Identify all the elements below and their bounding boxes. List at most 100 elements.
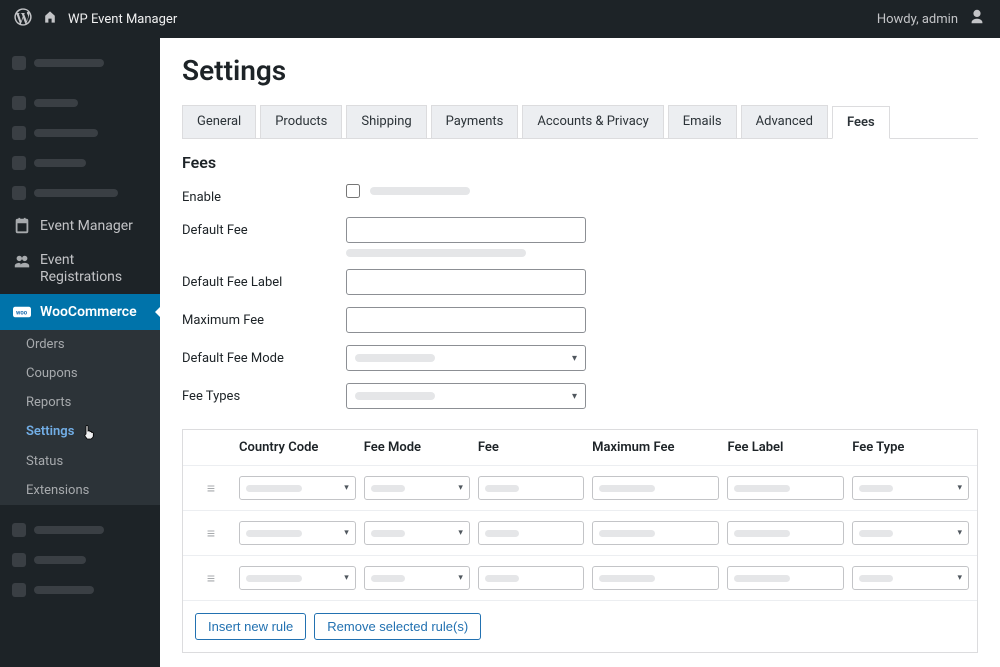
sidebar-sub-settings[interactable]: Settings — [12, 417, 160, 447]
rule-fee-mode-select[interactable]: ▾ — [364, 521, 470, 545]
col-fee-type: Fee Type — [852, 440, 969, 455]
rule-fee-input[interactable] — [478, 521, 584, 545]
rule-fee-type-select[interactable]: ▾ — [852, 566, 969, 590]
remove-rule-button[interactable]: Remove selected rule(s) — [314, 613, 481, 640]
rule-fee-type-select[interactable]: ▾ — [852, 521, 969, 545]
row-fee-types: Fee Types ▾ — [182, 383, 978, 409]
rule-fee-mode-select[interactable]: ▾ — [364, 566, 470, 590]
admin-bar-left: WP Event Manager — [14, 8, 177, 30]
sidebar-item-placeholder[interactable] — [0, 148, 160, 178]
rule-fee-label-input[interactable] — [727, 566, 844, 590]
rule-fee-label-input[interactable] — [727, 476, 844, 500]
chevron-down-icon: ▾ — [458, 573, 463, 583]
sidebar-item-event-manager[interactable]: Event Manager — [0, 208, 160, 244]
enable-checkbox[interactable] — [346, 184, 360, 198]
label-fee-types: Fee Types — [182, 383, 346, 404]
sidebar-sub-reports[interactable]: Reports — [12, 388, 160, 417]
sidebar-item-placeholder[interactable] — [0, 88, 160, 118]
row-default-fee-mode: Default Fee Mode ▾ — [182, 345, 978, 371]
insert-rule-button[interactable]: Insert new rule — [195, 613, 306, 640]
settings-tabs: General Products Shipping Payments Accou… — [182, 105, 978, 139]
drag-handle-icon[interactable]: ≡ — [191, 570, 231, 587]
label-enable: Enable — [182, 184, 346, 205]
chevron-down-icon: ▾ — [344, 483, 349, 493]
admin-bar: WP Event Manager Howdy, admin — [0, 0, 1000, 38]
content-area: Settings General Products Shipping Payme… — [160, 38, 1000, 667]
sidebar-sub-extensions[interactable]: Extensions — [12, 476, 160, 505]
wordpress-icon[interactable] — [14, 8, 32, 30]
rules-header-row: Country Code Fee Mode Fee Maximum Fee Fe… — [183, 430, 977, 465]
rules-row: ≡ ▾ ▾ ▾ — [183, 510, 977, 555]
sidebar-item-placeholder[interactable] — [0, 545, 160, 575]
sidebar-item-label: WooCommerce — [40, 304, 137, 320]
sidebar-sub-status[interactable]: Status — [12, 447, 160, 476]
rule-max-fee-input[interactable] — [592, 476, 719, 500]
site-name[interactable]: WP Event Manager — [68, 12, 177, 27]
default-fee-label-input[interactable] — [346, 269, 586, 295]
chevron-down-icon: ▾ — [344, 573, 349, 583]
drag-handle-icon[interactable]: ≡ — [191, 525, 231, 542]
rule-max-fee-input[interactable] — [592, 521, 719, 545]
default-fee-help-placeholder — [346, 249, 526, 257]
default-fee-mode-select[interactable]: ▾ — [346, 345, 586, 371]
label-default-fee-label: Default Fee Label — [182, 269, 346, 290]
tab-accounts-privacy[interactable]: Accounts & Privacy — [522, 105, 663, 138]
sidebar-item-placeholder[interactable] — [0, 178, 160, 208]
rule-fee-input[interactable] — [478, 566, 584, 590]
sidebar-item-placeholder[interactable] — [0, 118, 160, 148]
label-default-fee: Default Fee — [182, 217, 346, 238]
sidebar-item-placeholder[interactable] — [0, 48, 160, 78]
woocommerce-submenu: Orders Coupons Reports Settings Status E… — [0, 330, 160, 505]
chevron-down-icon: ▾ — [957, 573, 962, 583]
chevron-down-icon: ▾ — [458, 483, 463, 493]
row-enable: Enable — [182, 184, 978, 205]
rule-max-fee-input[interactable] — [592, 566, 719, 590]
page-title: Settings — [182, 54, 978, 87]
rule-country-select[interactable]: ▾ — [239, 521, 356, 545]
default-fee-input[interactable] — [346, 217, 586, 243]
chevron-down-icon: ▾ — [957, 483, 962, 493]
sidebar-item-event-registrations[interactable]: Event Registrations — [0, 244, 160, 294]
rule-fee-type-select[interactable]: ▾ — [852, 476, 969, 500]
tab-fees[interactable]: Fees — [832, 106, 890, 139]
sidebar-item-placeholder[interactable] — [0, 515, 160, 545]
enable-description-placeholder — [370, 187, 470, 195]
section-heading: Fees — [182, 153, 978, 172]
chevron-down-icon: ▾ — [344, 528, 349, 538]
fee-types-select[interactable]: ▾ — [346, 383, 586, 409]
home-icon[interactable] — [42, 9, 58, 29]
col-country-code: Country Code — [239, 440, 356, 455]
tab-payments[interactable]: Payments — [431, 105, 519, 138]
tab-products[interactable]: Products — [260, 105, 342, 138]
sidebar-item-label: Event Registrations — [40, 252, 140, 286]
rules-actions: Insert new rule Remove selected rule(s) — [183, 600, 977, 652]
rule-country-select[interactable]: ▾ — [239, 476, 356, 500]
maximum-fee-input[interactable] — [346, 307, 586, 333]
drag-handle-icon[interactable]: ≡ — [191, 480, 231, 497]
rule-fee-label-input[interactable] — [727, 521, 844, 545]
rule-fee-input[interactable] — [478, 476, 584, 500]
howdy-text[interactable]: Howdy, admin — [877, 12, 958, 27]
rules-table: Country Code Fee Mode Fee Maximum Fee Fe… — [182, 429, 978, 653]
tab-emails[interactable]: Emails — [668, 105, 737, 138]
label-default-fee-mode: Default Fee Mode — [182, 345, 346, 366]
svg-text:woo: woo — [16, 309, 28, 316]
rule-country-select[interactable]: ▾ — [239, 566, 356, 590]
sidebar-sub-coupons[interactable]: Coupons — [12, 359, 160, 388]
user-avatar-icon[interactable] — [968, 8, 986, 30]
rule-fee-mode-select[interactable]: ▾ — [364, 476, 470, 500]
rules-row: ≡ ▾ ▾ ▾ — [183, 555, 977, 600]
sidebar-sub-orders[interactable]: Orders — [12, 330, 160, 359]
woocommerce-icon: woo — [12, 302, 32, 322]
sidebar-item-placeholder[interactable] — [0, 575, 160, 605]
chevron-down-icon: ▾ — [572, 391, 577, 402]
row-maximum-fee: Maximum Fee — [182, 307, 978, 333]
tab-advanced[interactable]: Advanced — [741, 105, 828, 138]
tab-shipping[interactable]: Shipping — [346, 105, 426, 138]
sidebar-item-woocommerce[interactable]: woo WooCommerce — [0, 294, 160, 330]
chevron-down-icon: ▾ — [957, 528, 962, 538]
chevron-down-icon: ▾ — [572, 353, 577, 364]
row-default-fee: Default Fee — [182, 217, 978, 257]
pointer-cursor-icon — [82, 424, 96, 440]
tab-general[interactable]: General — [182, 105, 256, 138]
